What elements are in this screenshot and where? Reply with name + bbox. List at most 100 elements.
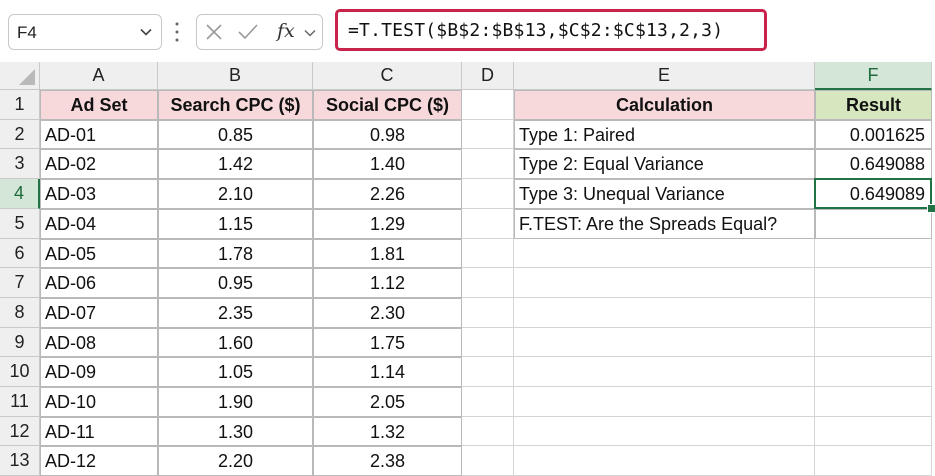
search-cpc-cell[interactable]: 2.35 xyxy=(158,298,313,328)
search-cpc-cell[interactable]: 2.10 xyxy=(158,179,313,209)
calculation-label-cell[interactable]: F.TEST: Are the Spreads Equal? xyxy=(514,209,815,239)
row-header-5[interactable]: 5 xyxy=(0,209,40,239)
column-header-d[interactable]: D xyxy=(462,62,514,90)
cell[interactable] xyxy=(462,268,514,298)
search-cpc-cell[interactable]: 0.95 xyxy=(158,268,313,298)
result-cell[interactable] xyxy=(815,209,932,239)
calculation-label-cell[interactable]: Type 3: Unequal Variance xyxy=(514,179,815,209)
cell[interactable] xyxy=(514,417,815,446)
row-header-7[interactable]: 7 xyxy=(0,268,40,298)
result-cell[interactable]: 0.649088 xyxy=(815,149,932,179)
result-cell[interactable]: 0.001625 xyxy=(815,120,932,149)
row-header-9[interactable]: 9 xyxy=(0,328,40,357)
cell[interactable] xyxy=(815,417,932,446)
column-header-c[interactable]: C xyxy=(313,62,462,90)
column-header-f[interactable]: F xyxy=(815,62,932,90)
row-header-4[interactable]: 4 xyxy=(0,179,40,209)
cell[interactable] xyxy=(815,357,932,387)
fx-icon[interactable]: fx xyxy=(277,20,295,42)
cell[interactable] xyxy=(462,90,514,120)
row-header-2[interactable]: 2 xyxy=(0,120,40,149)
cell[interactable] xyxy=(462,446,514,476)
name-box[interactable]: F4 xyxy=(8,14,162,50)
cell[interactable] xyxy=(462,328,514,357)
header-social-cpc[interactable]: Social CPC ($) xyxy=(313,90,462,120)
search-cpc-cell[interactable]: 1.15 xyxy=(158,209,313,239)
search-cpc-cell[interactable]: 0.85 xyxy=(158,120,313,149)
row-header-8[interactable]: 8 xyxy=(0,298,40,328)
cell[interactable] xyxy=(462,149,514,179)
chevron-down-icon[interactable] xyxy=(303,26,317,40)
header-result[interactable]: Result xyxy=(815,90,932,120)
ad-set-cell[interactable]: AD-01 xyxy=(40,120,158,149)
ad-set-cell[interactable]: AD-07 xyxy=(40,298,158,328)
search-cpc-cell[interactable]: 1.78 xyxy=(158,239,313,268)
calculation-label-cell[interactable]: Type 2: Equal Variance xyxy=(514,149,815,179)
ad-set-cell[interactable]: AD-08 xyxy=(40,328,158,357)
cell[interactable] xyxy=(514,268,815,298)
cell[interactable] xyxy=(462,209,514,239)
search-cpc-cell[interactable]: 1.05 xyxy=(158,357,313,387)
header-ad-set[interactable]: Ad Set xyxy=(40,90,158,120)
search-cpc-cell[interactable]: 1.42 xyxy=(158,149,313,179)
row-header-3[interactable]: 3 xyxy=(0,149,40,179)
cell[interactable] xyxy=(815,446,932,476)
social-cpc-cell[interactable]: 1.29 xyxy=(313,209,462,239)
cell[interactable] xyxy=(514,357,815,387)
ad-set-cell[interactable]: AD-02 xyxy=(40,149,158,179)
social-cpc-cell[interactable]: 1.75 xyxy=(313,328,462,357)
checkmark-icon[interactable] xyxy=(237,23,259,41)
row-header-13[interactable]: 13 xyxy=(0,446,40,476)
cell[interactable] xyxy=(462,357,514,387)
cell[interactable] xyxy=(462,387,514,417)
cell[interactable] xyxy=(815,387,932,417)
chevron-down-icon[interactable] xyxy=(139,25,153,39)
header-calculation[interactable]: Calculation xyxy=(514,90,815,120)
cell[interactable] xyxy=(462,239,514,268)
social-cpc-cell[interactable]: 2.26 xyxy=(313,179,462,209)
social-cpc-cell[interactable]: 1.12 xyxy=(313,268,462,298)
social-cpc-cell[interactable]: 2.30 xyxy=(313,298,462,328)
column-header-b[interactable]: B xyxy=(158,62,313,90)
ad-set-cell[interactable]: AD-12 xyxy=(40,446,158,476)
cell[interactable] xyxy=(462,120,514,149)
select-all-corner[interactable] xyxy=(0,62,40,90)
social-cpc-cell[interactable]: 2.05 xyxy=(313,387,462,417)
cell[interactable] xyxy=(514,239,815,268)
cell[interactable] xyxy=(462,417,514,446)
cell[interactable] xyxy=(462,298,514,328)
social-cpc-cell[interactable]: 1.81 xyxy=(313,239,462,268)
formula-input[interactable]: =T.TEST($B$2:$B$13,$C$2:$C$13,2,3) xyxy=(335,9,767,51)
more-options-icon[interactable] xyxy=(174,20,180,44)
x-icon[interactable] xyxy=(205,23,223,41)
cell[interactable] xyxy=(514,446,815,476)
row-header-1[interactable]: 1 xyxy=(0,90,40,120)
ad-set-cell[interactable]: AD-06 xyxy=(40,268,158,298)
search-cpc-cell[interactable]: 2.20 xyxy=(158,446,313,476)
cell[interactable] xyxy=(815,328,932,357)
ad-set-cell[interactable]: AD-11 xyxy=(40,417,158,446)
cell[interactable] xyxy=(815,239,932,268)
cell[interactable] xyxy=(815,268,932,298)
cell[interactable] xyxy=(514,328,815,357)
ad-set-cell[interactable]: AD-10 xyxy=(40,387,158,417)
social-cpc-cell[interactable]: 1.40 xyxy=(313,149,462,179)
row-header-11[interactable]: 11 xyxy=(0,387,40,417)
row-header-6[interactable]: 6 xyxy=(0,239,40,268)
social-cpc-cell[interactable]: 2.38 xyxy=(313,446,462,476)
cell[interactable] xyxy=(815,298,932,328)
ad-set-cell[interactable]: AD-04 xyxy=(40,209,158,239)
row-header-12[interactable]: 12 xyxy=(0,417,40,446)
ad-set-cell[interactable]: AD-03 xyxy=(40,179,158,209)
column-header-e[interactable]: E xyxy=(514,62,815,90)
calculation-label-cell[interactable]: Type 1: Paired xyxy=(514,120,815,149)
cell[interactable] xyxy=(462,179,514,209)
cell[interactable] xyxy=(514,387,815,417)
result-cell[interactable]: 0.649089 xyxy=(815,179,932,209)
ad-set-cell[interactable]: AD-05 xyxy=(40,239,158,268)
fill-handle[interactable] xyxy=(927,204,935,213)
search-cpc-cell[interactable]: 1.90 xyxy=(158,387,313,417)
social-cpc-cell[interactable]: 1.14 xyxy=(313,357,462,387)
search-cpc-cell[interactable]: 1.30 xyxy=(158,417,313,446)
row-header-10[interactable]: 10 xyxy=(0,357,40,387)
